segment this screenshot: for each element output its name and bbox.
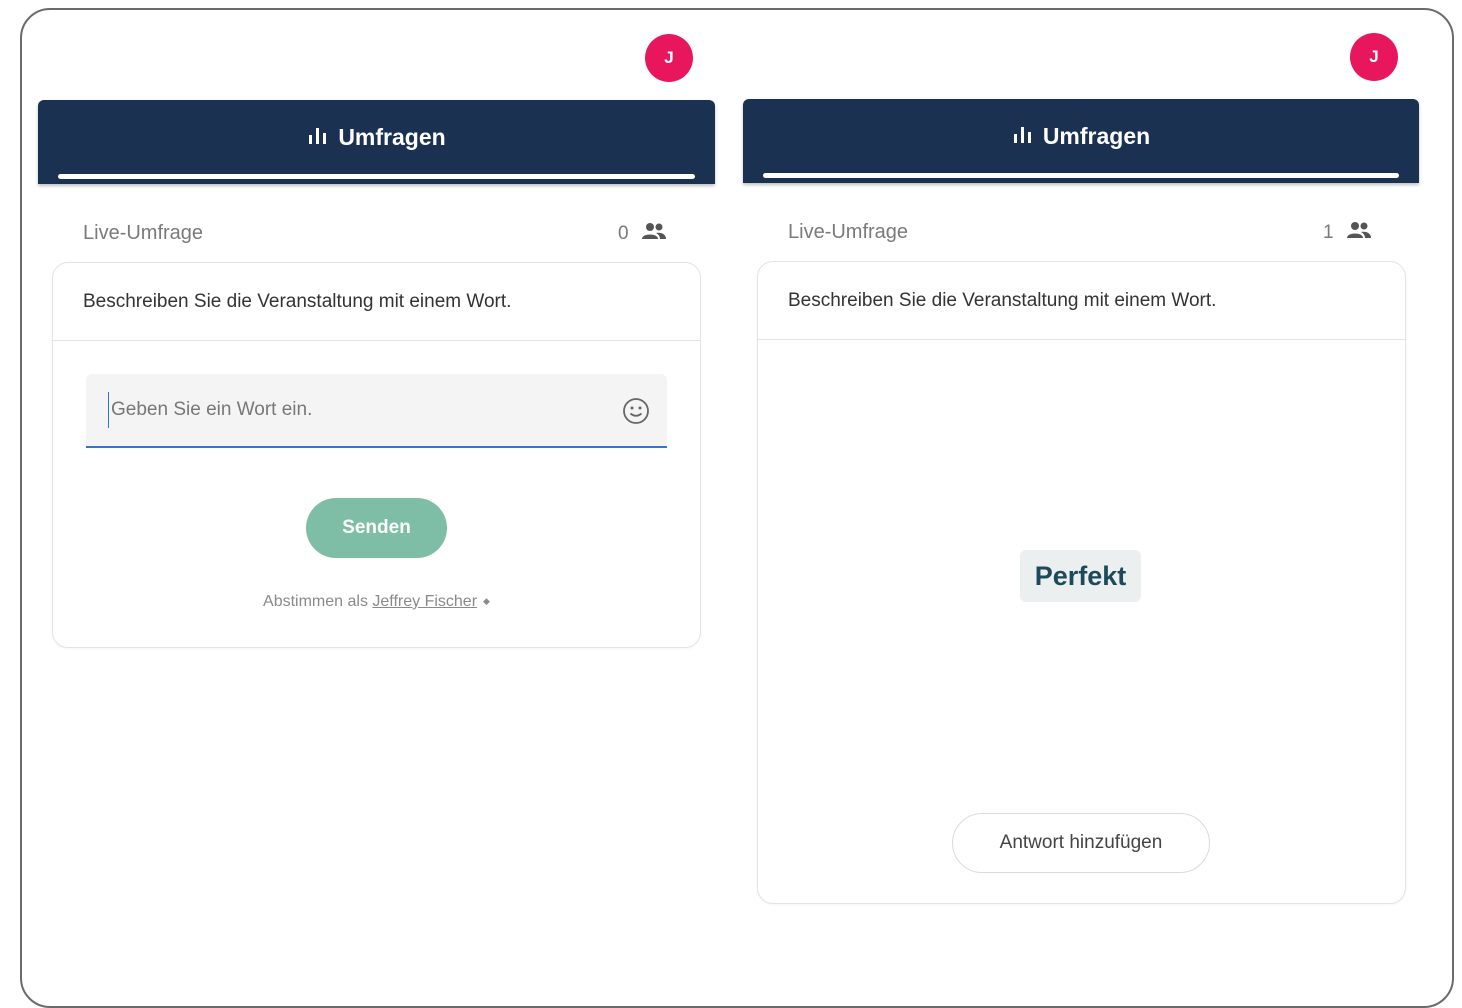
diamond-icon[interactable]: ◆ [483, 596, 490, 606]
live-poll-label: Live-Umfrage [83, 222, 204, 244]
live-poll-label: Live-Umfrage [788, 221, 909, 243]
active-tab-indicator [763, 173, 1399, 178]
polls-title: Umfragen [338, 124, 446, 150]
polls-tab[interactable]: Umfragen [38, 124, 715, 151]
word-input-box [86, 374, 667, 448]
poll-question: Beschreiben Sie die Veranstaltung mit ei… [83, 291, 512, 312]
active-tab-indicator [58, 174, 695, 179]
user-avatar[interactable]: J [1350, 33, 1398, 81]
word-input[interactable] [108, 392, 611, 428]
people-icon [641, 222, 667, 246]
bar-chart-icon [1012, 123, 1034, 150]
user-avatar[interactable]: J [645, 34, 693, 82]
polls-header: Umfragen [38, 100, 715, 184]
vote-as-prefix: Abstimmen als [263, 593, 368, 610]
participant-count-value: 0 [618, 223, 629, 244]
results-card: Beschreiben Sie die Veranstaltung mit ei… [757, 261, 1406, 904]
card-divider [758, 339, 1405, 340]
bar-chart-icon [307, 124, 329, 151]
participant-count: 0 [618, 222, 667, 246]
card-divider [53, 340, 700, 341]
voter-name-link[interactable]: Jeffrey Fischer [372, 593, 477, 610]
polls-header: Umfragen [743, 99, 1419, 183]
vote-as-line: Abstimmen als Jeffrey Fischer ◆ [53, 593, 700, 611]
word-cloud-item: Perfekt [1020, 550, 1141, 602]
send-button[interactable]: Senden [306, 498, 447, 558]
poll-question: Beschreiben Sie die Veranstaltung mit ei… [788, 290, 1217, 311]
add-answer-button[interactable]: Antwort hinzufügen [952, 813, 1210, 873]
participant-count: 1 [1323, 221, 1372, 245]
people-icon [1346, 221, 1372, 245]
participant-count-value: 1 [1323, 222, 1334, 243]
poll-card: Beschreiben Sie die Veranstaltung mit ei… [52, 262, 701, 648]
emoji-icon[interactable] [622, 397, 650, 430]
polls-title: Umfragen [1042, 123, 1151, 149]
polls-tab[interactable]: Umfragen [743, 123, 1419, 150]
